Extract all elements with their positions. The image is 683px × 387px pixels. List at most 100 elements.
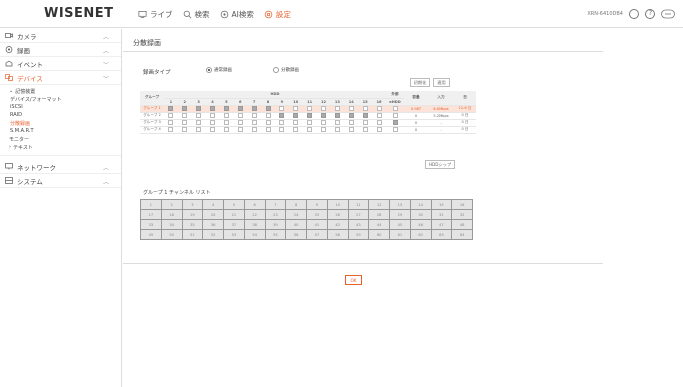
sidebar-item-camera[interactable]: カメラ ︿	[0, 29, 121, 43]
hdd-checkbox[interactable]	[210, 113, 216, 118]
nav-live[interactable]: ライブ	[138, 9, 173, 20]
hdd-checkbox[interactable]	[376, 120, 382, 125]
help-icon[interactable]	[645, 9, 655, 19]
hdd-checkbox[interactable]	[237, 106, 243, 111]
channel-cell[interactable]: 22	[243, 209, 266, 220]
hdd-checkbox[interactable]	[168, 113, 174, 118]
channel-cell[interactable]: 52	[202, 229, 224, 240]
channel-cell[interactable]: 49	[140, 229, 162, 240]
submenu-smart[interactable]: S.M.A.R.T	[0, 127, 121, 135]
hdd-checkbox[interactable]	[362, 113, 368, 118]
hdd-checkbox[interactable]	[293, 127, 299, 132]
channel-cell[interactable]: 27	[347, 209, 370, 220]
channel-cell[interactable]: 28	[368, 209, 390, 220]
hdd-checkbox[interactable]	[293, 120, 299, 125]
hdd-checkbox[interactable]	[182, 127, 188, 132]
channel-cell[interactable]: 37	[223, 219, 245, 230]
channel-cell[interactable]: 13	[389, 199, 411, 210]
hdd-checkbox[interactable]	[334, 127, 340, 132]
hdd-checkbox[interactable]	[279, 113, 285, 118]
channel-cell[interactable]: 7	[264, 199, 287, 210]
hdd-checkbox[interactable]	[196, 120, 202, 125]
hdd-checkbox[interactable]	[376, 113, 382, 118]
channel-cell[interactable]: 51	[181, 229, 204, 240]
channel-cell[interactable]: 2	[160, 199, 183, 210]
hdd-checkbox[interactable]	[168, 127, 174, 132]
channel-cell[interactable]: 29	[389, 209, 411, 220]
channel-cell[interactable]: 38	[243, 219, 266, 230]
channel-cell[interactable]: 57	[306, 229, 328, 240]
submenu-storage[interactable]: ⌄ 記憶装置	[0, 87, 121, 95]
channel-cell[interactable]: 23	[264, 209, 287, 220]
sidebar-item-event[interactable]: イベント ﹀	[0, 57, 121, 71]
hdd-checkbox[interactable]	[265, 127, 271, 132]
channel-cell[interactable]: 59	[347, 229, 370, 240]
channel-cell[interactable]: 60	[368, 229, 390, 240]
channel-cell[interactable]: 41	[306, 219, 328, 230]
sidebar-item-device[interactable]: デバイス ﹀	[0, 71, 121, 85]
apply-button[interactable]: 適用	[433, 78, 450, 87]
hdd-checkbox[interactable]	[210, 127, 216, 132]
ehdd-checkbox[interactable]	[392, 120, 398, 125]
channel-cell[interactable]: 35	[181, 219, 204, 230]
hdd-checkbox[interactable]	[196, 113, 202, 118]
hdd-checkbox[interactable]	[223, 127, 229, 132]
channel-cell[interactable]: 18	[160, 209, 183, 220]
init-button[interactable]: 初期化	[410, 78, 430, 87]
channel-cell[interactable]: 44	[368, 219, 390, 230]
sidebar-item-network[interactable]: ネットワーク ︿	[0, 160, 121, 174]
hdd-checkbox[interactable]	[279, 120, 285, 125]
channel-cell[interactable]: 46	[409, 219, 432, 230]
hdd-checkbox[interactable]	[307, 127, 313, 132]
table-row[interactable]: グループ 4 0-0 日	[140, 126, 476, 134]
user-icon[interactable]	[629, 9, 639, 19]
hdd-checkbox[interactable]	[210, 120, 216, 125]
hdd-checkbox[interactable]	[210, 106, 216, 111]
ehdd-checkbox[interactable]	[392, 106, 398, 111]
channel-cell[interactable]: 1	[140, 199, 162, 210]
hdd-checkbox[interactable]	[307, 113, 313, 118]
hdd-checkbox[interactable]	[348, 120, 354, 125]
hdd-checkbox[interactable]	[376, 127, 382, 132]
ehdd-checkbox[interactable]	[392, 113, 398, 118]
hdd-checkbox[interactable]	[293, 106, 299, 111]
radio-normal-recording[interactable]: 通常録画	[206, 67, 232, 73]
hdd-checkbox[interactable]	[237, 120, 243, 125]
channel-cell[interactable]: 39	[264, 219, 287, 230]
table-row[interactable]: グループ 1 0.98T 6.0Mbps 12.6 日	[140, 105, 476, 113]
channel-cell[interactable]: 64	[451, 229, 473, 240]
channel-cell[interactable]: 31	[430, 209, 453, 220]
channel-cell[interactable]: 62	[409, 229, 432, 240]
channel-cell[interactable]: 16	[451, 199, 473, 210]
channel-cell[interactable]: 34	[160, 219, 183, 230]
channel-cell[interactable]: 45	[389, 219, 411, 230]
hdd-checkbox[interactable]	[182, 120, 188, 125]
hdd-checkbox[interactable]	[307, 120, 313, 125]
hdd-checkbox[interactable]	[223, 120, 229, 125]
channel-cell[interactable]: 53	[223, 229, 245, 240]
hdd-checkbox[interactable]	[251, 106, 257, 111]
hdd-checkbox[interactable]	[376, 106, 382, 111]
channel-cell[interactable]: 61	[389, 229, 411, 240]
submenu-monitor[interactable]: モニター	[0, 135, 121, 143]
channel-cell[interactable]: 30	[409, 209, 432, 220]
channel-cell[interactable]: 25	[306, 209, 328, 220]
submenu-distributed-recording[interactable]: 分散録画	[0, 119, 121, 127]
hdd-checkbox[interactable]	[362, 120, 368, 125]
channel-cell[interactable]: 32	[451, 209, 473, 220]
hdd-checkbox[interactable]	[293, 113, 299, 118]
hdd-checkbox[interactable]	[321, 127, 327, 132]
ok-button[interactable]: OK	[345, 275, 362, 285]
channel-cell[interactable]: 6	[243, 199, 266, 210]
channel-cell[interactable]: 19	[181, 209, 204, 220]
channel-cell[interactable]: 43	[347, 219, 370, 230]
hdd-checkbox[interactable]	[265, 120, 271, 125]
hdd-checkbox[interactable]	[196, 106, 202, 111]
hdd-checkbox[interactable]	[168, 106, 174, 111]
hdd-checkbox[interactable]	[182, 106, 188, 111]
menu-icon[interactable]	[661, 9, 675, 19]
channel-cell[interactable]: 55	[264, 229, 287, 240]
hdd-checkbox[interactable]	[334, 120, 340, 125]
channel-cell[interactable]: 40	[285, 219, 307, 230]
channel-cell[interactable]: 8	[285, 199, 307, 210]
